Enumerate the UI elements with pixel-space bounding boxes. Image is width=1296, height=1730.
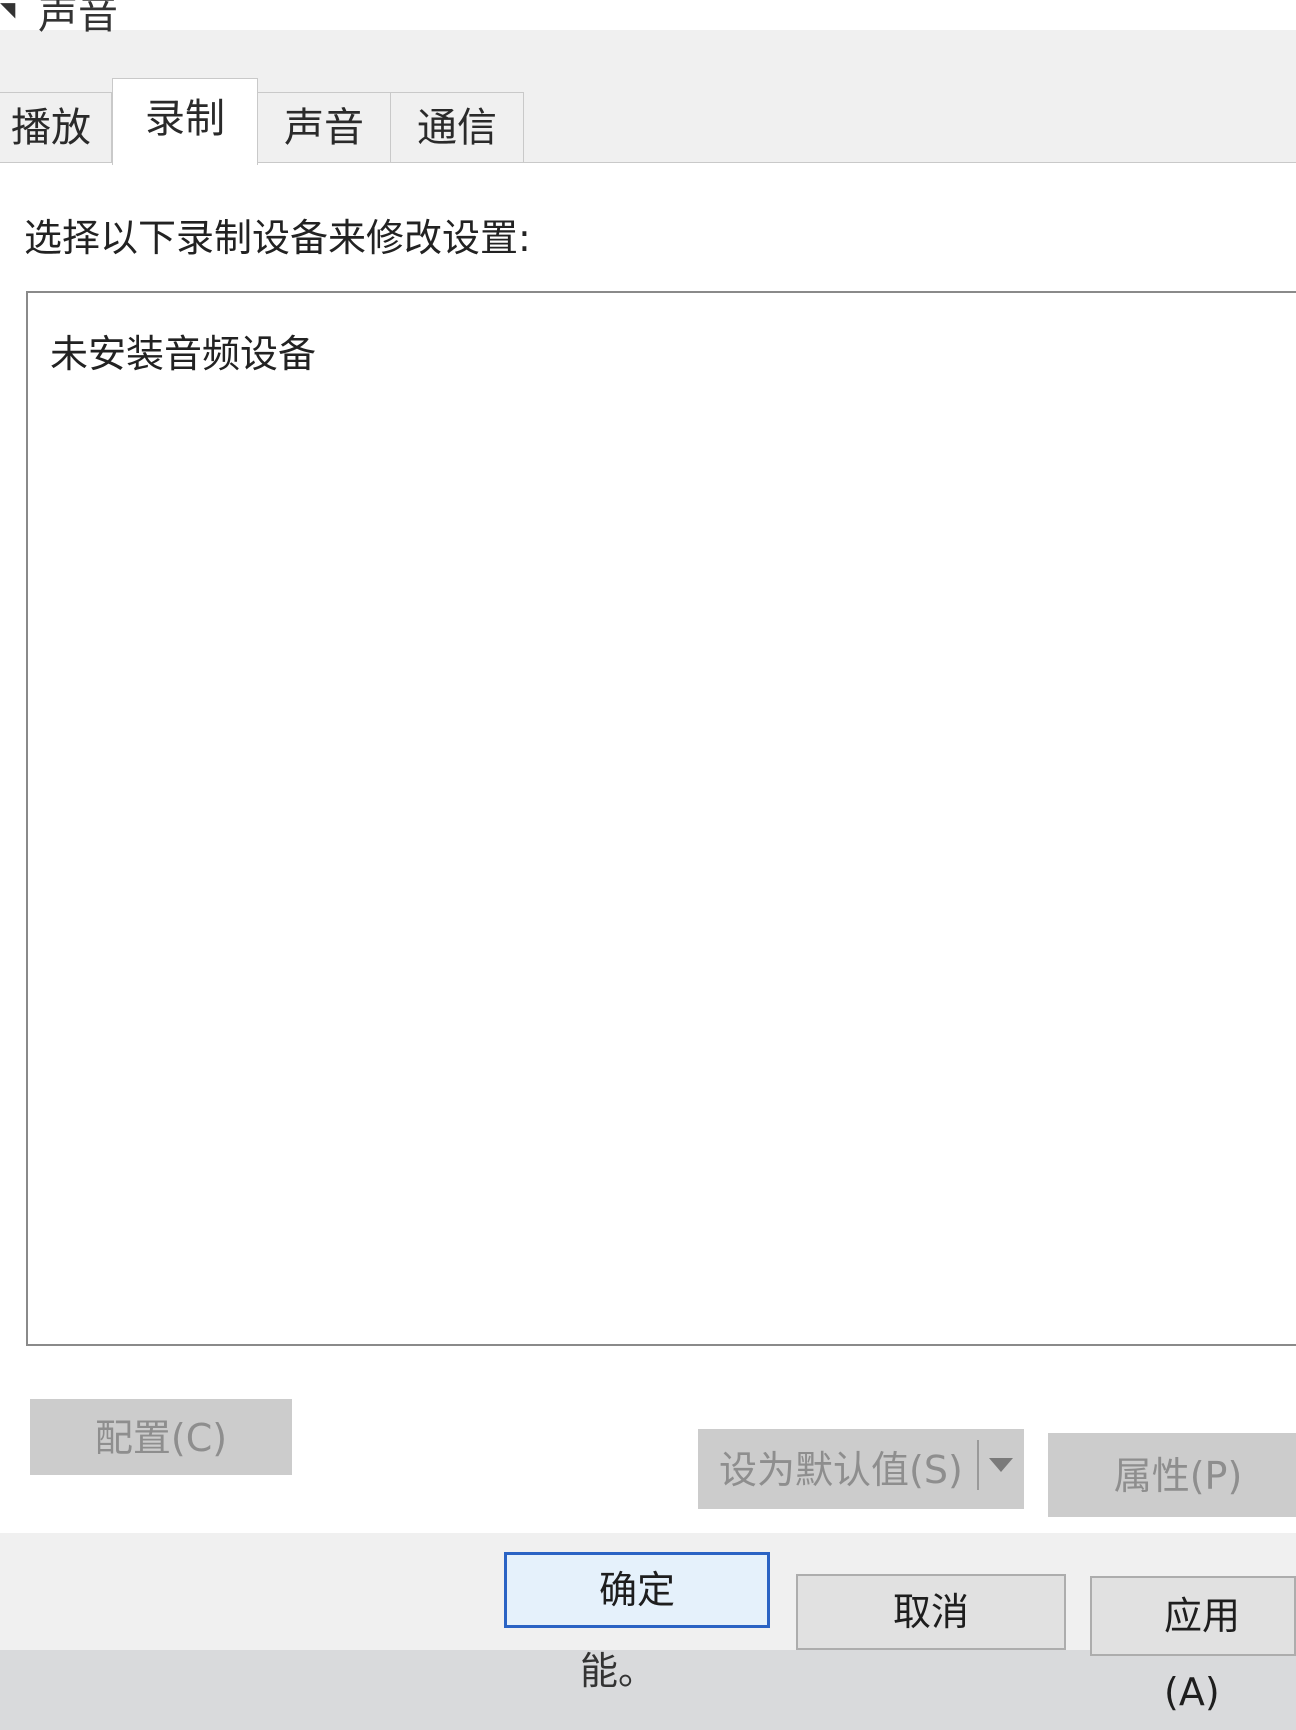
set-default-split-button[interactable]: 设为默认值(S) xyxy=(698,1429,1024,1509)
recording-device-list[interactable]: 未安装音频设备 xyxy=(26,291,1296,1346)
configure-button[interactable]: 配置(C) xyxy=(30,1399,292,1475)
chevron-down-icon[interactable] xyxy=(989,1458,1013,1472)
split-divider xyxy=(977,1440,979,1490)
apply-button[interactable]: 应用(A) xyxy=(1090,1576,1296,1714)
tab-playback[interactable]: 播放 xyxy=(0,92,112,163)
window-title: 声音 xyxy=(38,0,118,38)
set-default-button[interactable]: 设为默认值(S) xyxy=(719,1430,979,1510)
properties-button[interactable]: 属性(P) xyxy=(1048,1433,1296,1517)
background-window-text: 能。 xyxy=(580,1649,657,1693)
ok-button[interactable]: 确定 xyxy=(504,1552,770,1628)
instruction-label: 选择以下录制设备来修改设置: xyxy=(24,216,531,260)
tab-sounds[interactable]: 声音 xyxy=(256,92,392,163)
tab-strip: 播放 录制 声音 通信 xyxy=(0,78,1296,165)
recording-tab-panel: 选择以下录制设备来修改设置: 未安装音频设备 配置(C) 设为默认值(S) 属性… xyxy=(0,162,1296,1533)
no-devices-message: 未安装音频设备 xyxy=(50,332,317,376)
tab-communications[interactable]: 通信 xyxy=(390,92,524,163)
title-bar: ◥ 声音 xyxy=(0,0,1296,38)
speaker-icon: ◥ xyxy=(0,0,16,21)
tab-recording[interactable]: 录制 xyxy=(112,78,258,165)
cancel-button[interactable]: 取消 xyxy=(796,1574,1066,1650)
sound-dialog: ◥ 声音 播放 录制 声音 通信 选择以下录制设备来修改设置: 未安装音频设备 … xyxy=(0,0,1296,1714)
